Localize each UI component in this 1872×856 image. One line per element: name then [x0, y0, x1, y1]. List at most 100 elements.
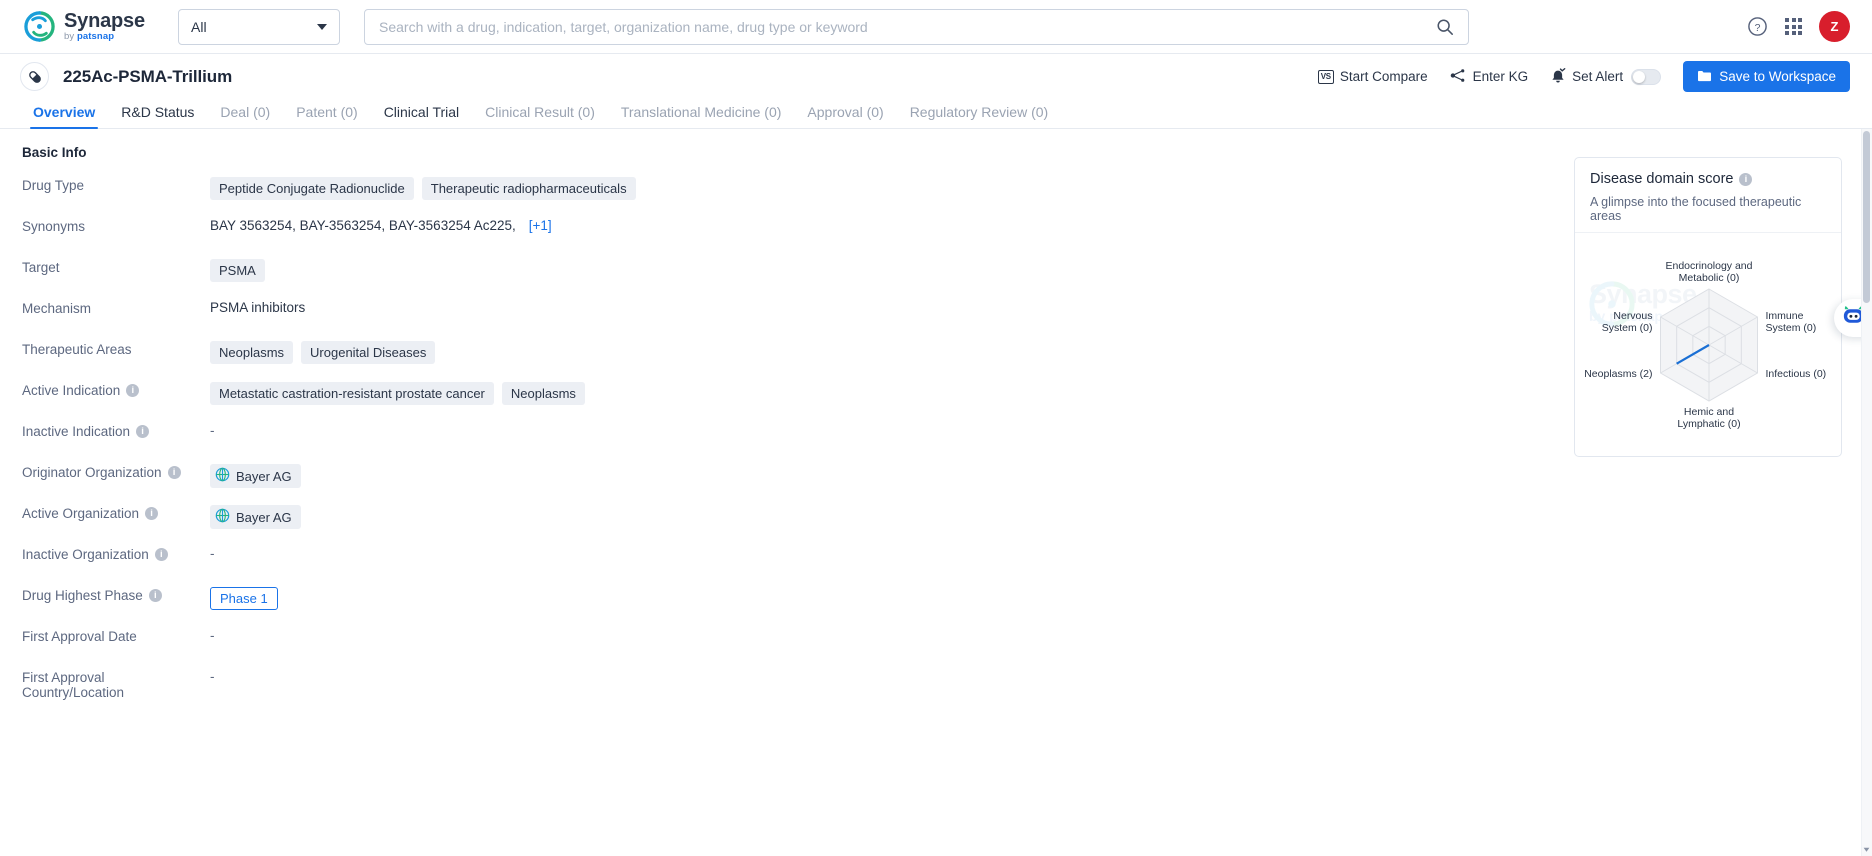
chip-label: Bayer AG — [236, 509, 292, 525]
row-label: Originator Organization i — [22, 463, 210, 480]
search-scope-select[interactable]: All — [178, 8, 340, 45]
row-label-text: Active Organization — [22, 506, 140, 521]
search-input[interactable] — [379, 18, 1428, 35]
row-label: Synonyms — [22, 217, 210, 234]
row-label: Drug Type — [22, 176, 210, 193]
bayer-logo-icon — [215, 467, 230, 485]
alert-bell-icon — [1550, 67, 1566, 86]
tab-clinical-result-0[interactable]: Clinical Result (0) — [472, 104, 608, 128]
row-label: Therapeutic Areas — [22, 340, 210, 357]
row-label: Drug Highest Phase i — [22, 586, 210, 603]
value-chip[interactable]: Neoplasms — [501, 382, 585, 405]
enter-kg-button[interactable]: Enter KG — [1450, 68, 1529, 86]
organization-chip[interactable]: Bayer AG — [210, 505, 301, 529]
row-value: - — [210, 668, 215, 684]
info-icon[interactable]: i — [148, 589, 162, 602]
help-button[interactable]: ? — [1747, 16, 1768, 37]
info-row-inactive-organization: Inactive Organization i - — [22, 545, 1872, 586]
tab-r-d-status[interactable]: R&D Status — [108, 104, 207, 128]
row-label: Active Indication i — [22, 381, 210, 398]
row-label-text: Synonyms — [22, 219, 86, 234]
row-value: Neoplasms Urogenital Diseases — [210, 340, 436, 364]
tab-label: Overview — [33, 104, 96, 120]
chip-label: Therapeutic radiopharmaceuticals — [430, 181, 627, 196]
grid-dot — [1785, 18, 1789, 22]
vertical-scrollbar[interactable] — [1861, 129, 1872, 856]
grid-dot — [1791, 18, 1796, 22]
set-alert-control[interactable]: Set Alert — [1550, 67, 1662, 86]
disease-domain-score-card: Disease domain score i A glimpse into th… — [1574, 157, 1842, 457]
save-to-workspace-button[interactable]: Save to Workspace — [1683, 61, 1850, 92]
search-scope-value: All — [191, 18, 207, 35]
row-label: Inactive Organization i — [22, 545, 210, 562]
search-icon — [1437, 18, 1453, 35]
capsule-icon — [20, 62, 49, 91]
row-label: First Approval Country/Location — [22, 668, 210, 700]
score-card-subtitle: A glimpse into the focused therapeutic a… — [1590, 195, 1802, 223]
grid-dot — [1785, 31, 1789, 35]
grid-dot — [1791, 31, 1796, 35]
tab-deal-0[interactable]: Deal (0) — [207, 104, 283, 128]
set-alert-toggle[interactable] — [1631, 68, 1662, 85]
info-icon[interactable]: i — [167, 466, 181, 479]
start-compare-label: Start Compare — [1339, 69, 1428, 84]
empty-value: - — [210, 423, 215, 438]
row-label-text: Mechanism — [22, 301, 92, 316]
chip-label: PSMA — [219, 263, 256, 278]
grid-dot — [1791, 24, 1796, 29]
synonyms-text: BAY 3563254, BAY-3563254, BAY-3563254 Ac… — [210, 218, 516, 233]
grid-dot — [1785, 24, 1789, 29]
value-chip[interactable]: Peptide Conjugate Radionuclide — [210, 177, 414, 200]
synapse-logo-icon — [24, 11, 55, 42]
row-value: - — [210, 545, 215, 561]
empty-value: - — [210, 628, 215, 643]
info-icon[interactable]: i — [154, 548, 168, 561]
radar-axis-label: Hemic and Lymphatic (0) — [1677, 406, 1740, 430]
start-compare-button[interactable]: VS Start Compare — [1317, 69, 1428, 84]
info-icon[interactable]: i — [136, 425, 150, 438]
info-row-first-approval-date: First Approval Date - — [22, 627, 1872, 668]
tab-approval-0[interactable]: Approval (0) — [794, 104, 896, 128]
info-row-first-approval-country-location: First Approval Country/Location - — [22, 668, 1872, 709]
scroll-down-arrow-icon[interactable] — [1862, 845, 1871, 854]
info-row-drug-highest-phase: Drug Highest Phase i Phase 1 — [22, 586, 1872, 627]
scrollbar-thumb[interactable] — [1863, 131, 1870, 303]
row-value: PSMA inhibitors — [210, 299, 305, 315]
enter-kg-label: Enter KG — [1472, 69, 1529, 84]
info-icon[interactable]: i — [1739, 172, 1753, 186]
apps-grid-button[interactable] — [1785, 18, 1802, 35]
value-chip[interactable]: Metastatic castration-resistant prostate… — [210, 382, 494, 405]
value-text: PSMA inhibitors — [210, 300, 306, 315]
search-button[interactable] — [1428, 11, 1462, 43]
brand-logo[interactable]: Synapse by patsnap — [24, 11, 174, 42]
row-label-text: Drug Highest Phase — [22, 588, 143, 603]
grid-dot — [1798, 18, 1802, 22]
row-value: Bayer AG — [210, 504, 301, 529]
synonyms-more-link[interactable]: [+1] — [529, 218, 552, 233]
value-chip[interactable]: PSMA — [210, 259, 265, 282]
row-value: Bayer AG — [210, 463, 301, 488]
tab-patent-0[interactable]: Patent (0) — [283, 104, 370, 128]
tab-overview[interactable]: Overview — [20, 104, 108, 129]
value-chip[interactable]: Neoplasms — [210, 341, 294, 364]
global-search[interactable] — [364, 8, 1469, 45]
tab-label: Patent (0) — [296, 104, 358, 120]
organization-chip[interactable]: Bayer AG — [210, 464, 301, 488]
row-label-text: Inactive Organization — [22, 547, 149, 562]
value-chip[interactable]: Therapeutic radiopharmaceuticals — [421, 177, 636, 200]
score-card-title-text: Disease domain score — [1590, 171, 1734, 187]
tab-translational-medicine-0[interactable]: Translational Medicine (0) — [608, 104, 795, 128]
status-badge[interactable]: Phase 1 — [210, 587, 278, 610]
row-label: Inactive Indication i — [22, 422, 210, 439]
tab-clinical-trial[interactable]: Clinical Trial — [371, 104, 472, 128]
chip-label: Neoplasms — [510, 386, 576, 401]
global-topbar: Synapse by patsnap All ? Z — [0, 0, 1872, 54]
radar-axis-label: Infectious (0) — [1765, 368, 1826, 380]
topbar-actions: ? Z — [1747, 11, 1850, 42]
tab-regulatory-review-0[interactable]: Regulatory Review (0) — [897, 104, 1062, 128]
brand-name: Synapse — [64, 10, 145, 33]
info-icon[interactable]: i — [126, 384, 140, 397]
user-avatar[interactable]: Z — [1819, 11, 1850, 42]
info-icon[interactable]: i — [145, 507, 159, 520]
value-chip[interactable]: Urogenital Diseases — [301, 341, 436, 364]
